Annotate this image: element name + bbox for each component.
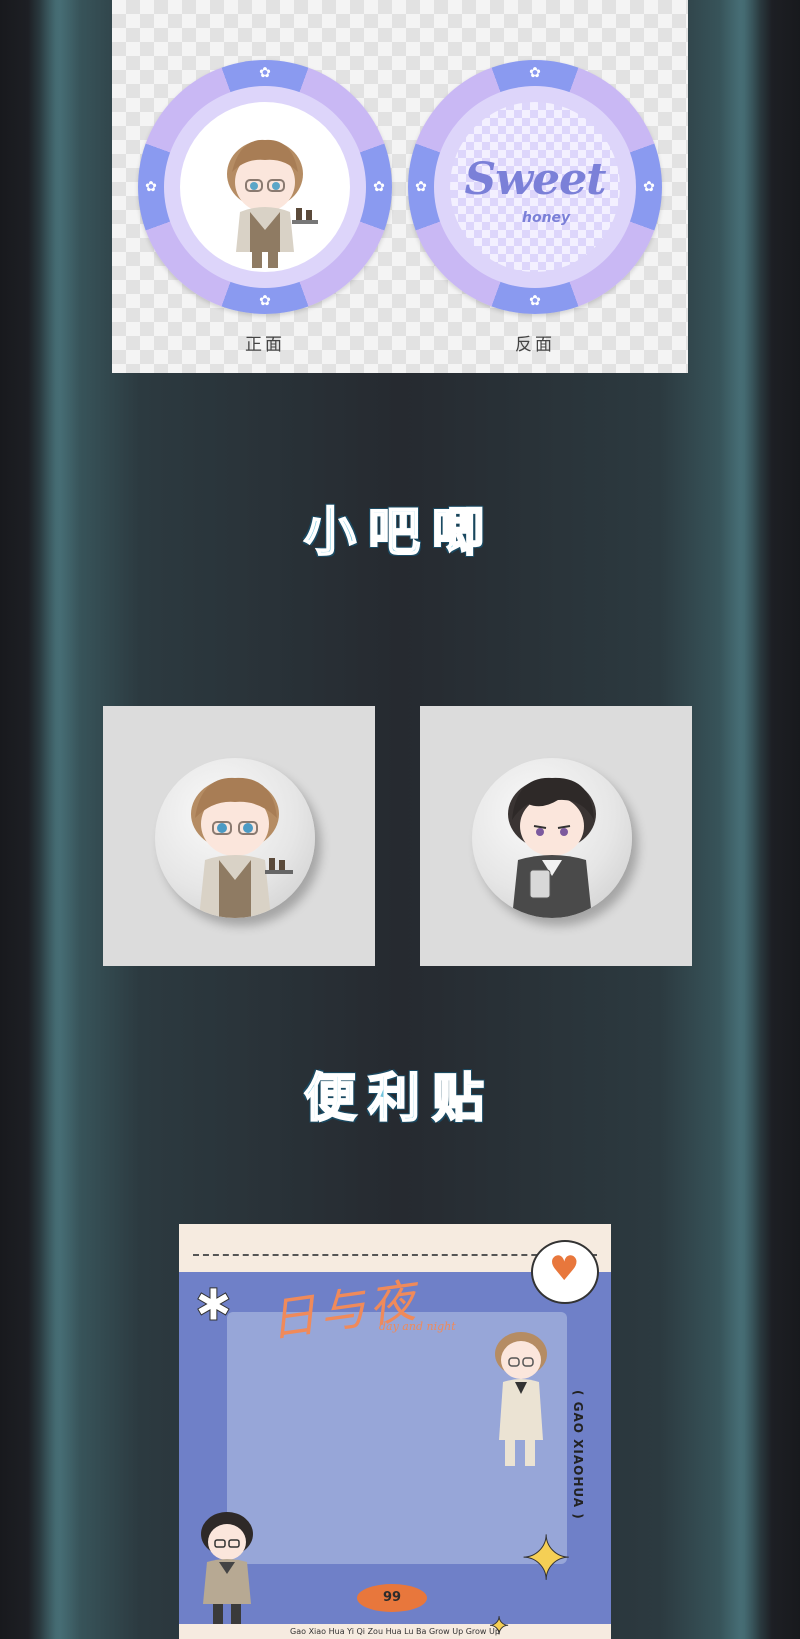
day-night-logo-subtext: day and night xyxy=(379,1320,456,1333)
chip-front-face xyxy=(180,102,350,272)
product-detail-page: ✿ ✿ ✿ ✿ Sweet honey ✿ ✿ ✿ ✿ 正面 反面 小吧唧 便利… xyxy=(0,0,800,1639)
flower-icon: ✿ xyxy=(529,65,541,81)
chip-showcase-panel: ✿ ✿ ✿ ✿ Sweet honey ✿ ✿ ✿ ✿ 正面 反面 xyxy=(112,0,688,373)
left-glow-decoration xyxy=(40,0,80,1639)
chip-back-face: Sweet honey xyxy=(450,102,620,272)
sweet-script-text: Sweet xyxy=(464,154,607,205)
speech-bubble: ♥ xyxy=(531,1240,599,1304)
asterisk-icon: ✱ xyxy=(195,1280,233,1332)
chip-back-label: 反面 xyxy=(515,335,555,355)
sticky-section-title: 便利贴 xyxy=(303,1068,496,1130)
chibi-blonde-sticky-illustration xyxy=(495,1332,547,1466)
chibi-waiter-illustration xyxy=(227,139,318,268)
badge-dark-hair-character xyxy=(472,758,632,918)
sparkle-star-icon: ✦ xyxy=(520,1524,572,1595)
honey-text: honey xyxy=(522,210,571,226)
flower-icon: ✿ xyxy=(259,65,271,81)
chibi-dark-hair-sticky-illustration xyxy=(201,1512,253,1624)
gao-xiaohua-vertical-label: ( GAO XIAOHUA ) xyxy=(571,1390,585,1520)
chibi-blonde-illustration xyxy=(191,777,293,918)
right-glow-decoration xyxy=(720,0,760,1639)
flower-icon: ✿ xyxy=(415,179,427,195)
flower-icon: ✿ xyxy=(145,179,157,195)
badge-blonde-character xyxy=(155,758,315,918)
flower-icon: ✿ xyxy=(529,293,541,309)
chip-front: ✿ ✿ ✿ ✿ xyxy=(138,60,392,314)
sticky-footer-text: Gao Xiao Hua Yi Qi Zou Hua Lu Ba Grow Up… xyxy=(290,1627,500,1636)
chip-front-label: 正面 xyxy=(245,335,285,355)
heart-icon: ♥ xyxy=(549,1249,580,1289)
flower-icon: ✿ xyxy=(259,293,271,309)
chibi-dark-hair-illustration xyxy=(508,777,596,918)
badge-panel-right xyxy=(420,706,692,966)
badges-section-title: 小吧唧 xyxy=(303,502,496,564)
sticky-note-preview: ✱ 日与夜 day and night ♥ ( GAO XIAOHUA ) ✦ … xyxy=(179,1224,611,1639)
flower-icon: ✿ xyxy=(643,179,655,195)
chip-back: Sweet honey ✿ ✿ ✿ ✿ xyxy=(408,60,662,314)
badge-panel-left xyxy=(103,706,375,966)
number-badge: 99 xyxy=(357,1584,427,1612)
flower-icon: ✿ xyxy=(373,179,385,195)
